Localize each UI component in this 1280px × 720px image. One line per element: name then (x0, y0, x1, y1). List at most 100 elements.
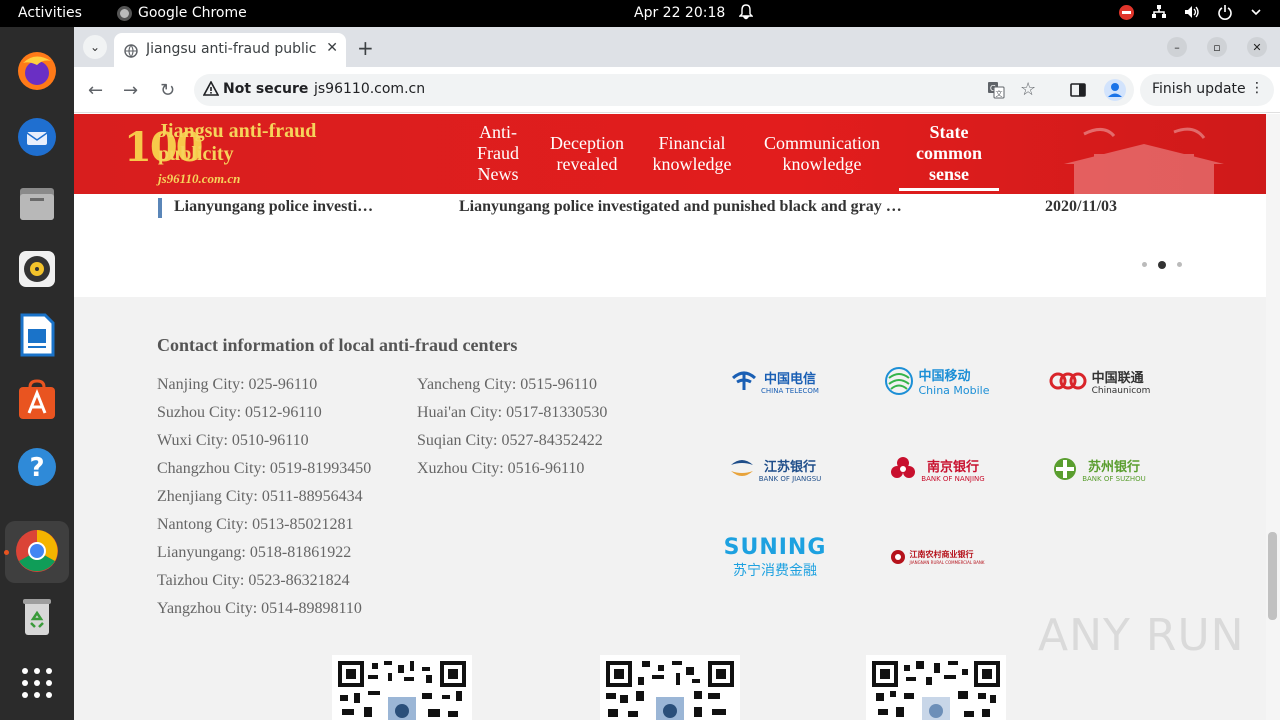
chrome-tab-strip: ⌄ Jiangsu anti-fraud publicity ✕ + – ▫ ✕ (74, 27, 1280, 67)
files-icon[interactable] (13, 179, 61, 227)
chrome-icon (117, 5, 132, 21)
qr-code-icon (872, 661, 1000, 720)
network-icon[interactable] (1151, 4, 1167, 20)
carousel-dot-1[interactable] (1142, 262, 1147, 267)
jiangnan-bank-logo-icon (890, 550, 905, 564)
tab-close-icon[interactable]: ✕ (326, 40, 338, 56)
translate-icon[interactable]: G文 (987, 81, 1005, 103)
contact-line: Yancheng City: 0515-96110 (417, 376, 597, 393)
url-text[interactable]: js96110.com.cn (314, 81, 425, 97)
system-tray[interactable] (1119, 4, 1266, 20)
thunderbird-icon[interactable] (13, 113, 61, 161)
contact-line: Nantong City: 0513-85021281 (157, 516, 354, 533)
address-bar[interactable]: Not secure js96110.com.cn G文 ☆ (194, 74, 1134, 106)
partner-china-unicom[interactable]: 中国联通 Chinaunicom (1044, 361, 1154, 401)
reload-icon[interactable]: ↻ (160, 80, 175, 101)
partner-china-mobile[interactable]: 中国移动 China Mobile (882, 361, 992, 401)
partner-sub: China Mobile (918, 384, 990, 397)
volume-icon[interactable] (1184, 4, 1200, 20)
finish-update-button[interactable]: Finish update ⋮ (1140, 74, 1274, 106)
tab-search-chevron-icon[interactable]: ⌄ (83, 35, 107, 59)
system-top-bar: Activities Google Chrome Apr 22 20:18 (0, 0, 1280, 27)
contact-line: Changzhou City: 0519-81993450 (157, 460, 372, 477)
partner-suning[interactable]: SUNING 苏宁消费金融 (720, 534, 830, 579)
news-long-title[interactable]: Lianyungang police investigated and puni… (459, 198, 902, 216)
partner-sub: BANK OF SUZHOU (1082, 474, 1146, 483)
window-close-icon[interactable]: ✕ (1247, 37, 1267, 57)
nav-deception-revealed[interactable]: Deception revealed (542, 133, 632, 175)
partner-name: 苏州银行 (1087, 459, 1140, 475)
qr-code-1 (332, 655, 472, 720)
carousel-dot-3[interactable] (1177, 262, 1182, 267)
show-apps-grid-icon[interactable] (13, 659, 61, 707)
security-status[interactable]: Not secure (223, 81, 308, 97)
partner-bank-of-suzhou[interactable]: 苏州银行 BANK OF SUZHOU (1044, 449, 1154, 489)
clock[interactable]: Apr 22 20:18 (634, 5, 725, 21)
qr-code-icon (338, 661, 466, 720)
qr-code-2 (600, 655, 740, 720)
partner-name: 江南农村商业银行 (909, 550, 974, 559)
contact-line: Suzhou City: 0512-96110 (157, 404, 322, 421)
side-panel-icon[interactable] (1070, 82, 1086, 102)
contact-line: Yangzhou City: 0514-89898110 (157, 600, 362, 617)
profile-avatar-icon[interactable] (1104, 79, 1126, 101)
notification-bell-icon[interactable] (738, 4, 754, 24)
app-center-icon[interactable] (13, 377, 61, 425)
contact-line: Taizhou City: 0523-86321824 (157, 572, 350, 589)
nav-anti-fraud-news[interactable]: Anti- Fraud News (466, 122, 530, 185)
new-tab-plus-icon[interactable]: + (357, 36, 374, 60)
qr-code-icon (606, 661, 734, 720)
partner-sub: 苏宁消费金融 (733, 562, 817, 579)
nav-communication-knowledge[interactable]: Communication knowledge (754, 133, 890, 175)
partner-sub: BANK OF NANJING (921, 474, 985, 483)
nav-active-underline (899, 188, 999, 191)
trash-icon[interactable] (13, 593, 61, 641)
partner-name: 中国联通 (1091, 370, 1144, 386)
scrollbar-thumb[interactable] (1268, 532, 1277, 620)
back-arrow-icon[interactable]: ← (88, 80, 103, 101)
contact-line: Zhenjiang City: 0511-88956434 (157, 488, 363, 505)
partner-jiangnan-rural-bank[interactable]: 江南农村商业银行 JIANGNAN RURAL COMMERCIAL BANK (882, 537, 992, 577)
chrome-toolbar: ← → ↻ Not secure js96110.com.cn G文 ☆ Fin… (74, 67, 1280, 113)
partner-name: SUNING (723, 534, 827, 560)
contact-section-title: Contact information of local anti-fraud … (157, 335, 518, 355)
bank-of-suzhou-logo-icon (1054, 458, 1077, 480)
partner-name: 中国电信 (763, 371, 816, 387)
chrome-dock-icon[interactable] (13, 527, 61, 575)
libreoffice-writer-icon[interactable] (13, 311, 61, 359)
more-vertical-icon[interactable]: ⋮ (1250, 80, 1264, 96)
globe-icon (124, 43, 138, 62)
contact-line: Xuzhou City: 0516-96110 (417, 460, 585, 477)
power-icon[interactable] (1217, 4, 1233, 20)
finish-update-label: Finish update (1152, 81, 1246, 97)
partner-bank-of-jiangsu[interactable]: 江苏银行 BANK OF JIANGSU (720, 449, 830, 489)
partner-china-telecom[interactable]: 中国电信 CHINA TELECOM (720, 361, 830, 401)
minimize-icon[interactable]: – (1167, 37, 1187, 57)
activities-button[interactable]: Activities (18, 5, 82, 21)
svg-text:文: 文 (996, 89, 1003, 98)
anyrun-watermark: ANY RUN (1038, 610, 1245, 661)
bank-of-jiangsu-logo-icon (730, 460, 753, 476)
forward-arrow-icon[interactable]: → (123, 80, 138, 101)
tab-title: Jiangsu anti-fraud publicity (146, 41, 316, 57)
partner-bank-of-nanjing[interactable]: 南京银行 BANK OF NANJING (882, 449, 992, 489)
app-name: Google Chrome (138, 5, 247, 21)
browser-tab[interactable]: Jiangsu anti-fraud publicity ✕ (114, 33, 346, 67)
site-logo-url: js96110.com.cn (158, 171, 241, 186)
bookmark-star-icon[interactable]: ☆ (1020, 79, 1036, 100)
nav-financial-knowledge[interactable]: Financial knowledge (644, 133, 740, 175)
page-scrollbar[interactable] (1266, 114, 1280, 720)
nav-state-common-sense[interactable]: State common sense (903, 122, 995, 185)
maximize-icon[interactable]: ▫ (1207, 37, 1227, 57)
warning-triangle-icon[interactable] (202, 80, 220, 101)
help-icon[interactable]: ? (13, 443, 61, 491)
do-not-disturb-icon[interactable] (1119, 4, 1134, 20)
system-menu-chevron-icon[interactable] (1250, 4, 1266, 20)
partner-sub: JIANGNAN RURAL COMMERCIAL BANK (909, 560, 985, 565)
rhythmbox-icon[interactable] (13, 245, 61, 293)
carousel-dot-2[interactable] (1158, 261, 1166, 269)
firefox-icon[interactable] (13, 47, 61, 95)
site-logo-title[interactable]: Jiangsu anti-fraud publicity (158, 120, 338, 166)
app-menu[interactable]: Google Chrome (117, 5, 247, 21)
news-short-title[interactable]: Lianyungang police investi… (174, 198, 373, 216)
